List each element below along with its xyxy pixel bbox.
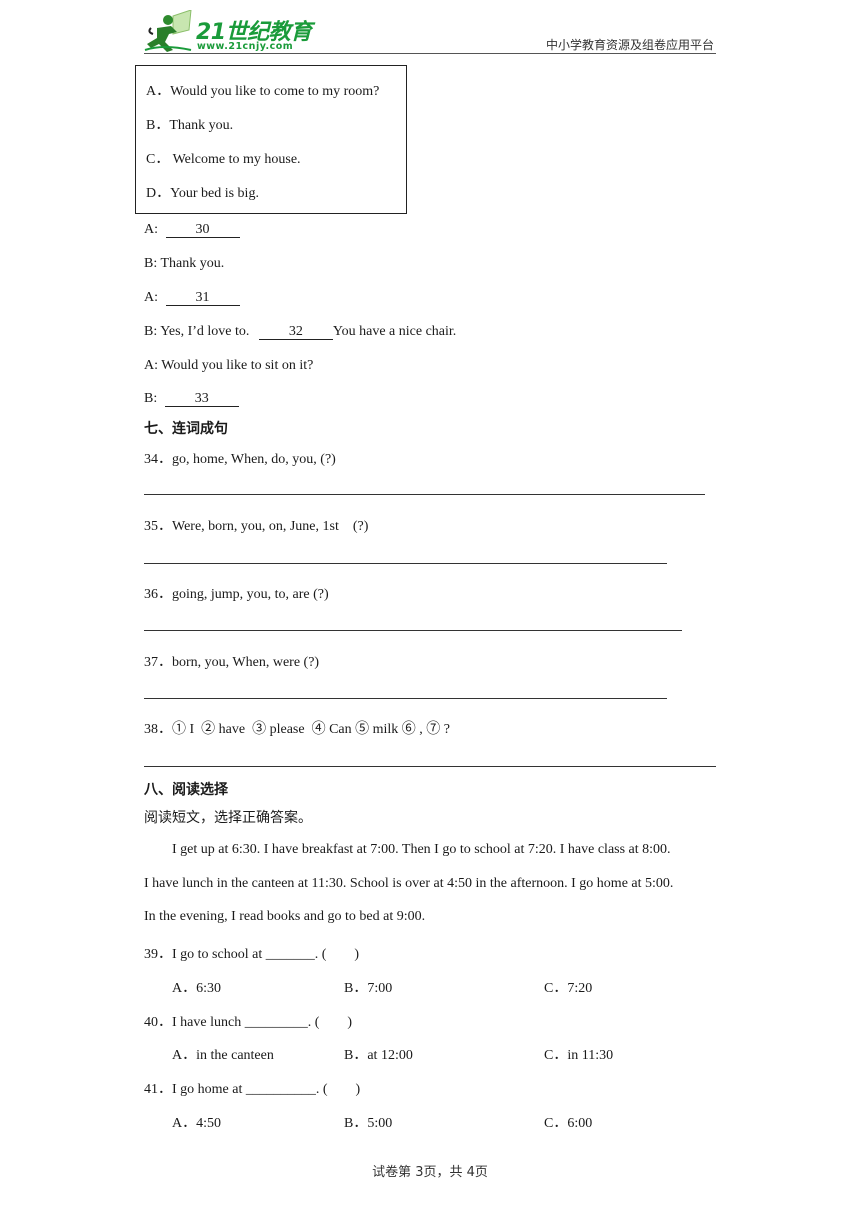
question-number: 38．: [144, 722, 172, 737]
question-number: 34．: [144, 452, 172, 467]
speaker: A:: [144, 290, 158, 305]
dialogue-line: B: 33: [144, 391, 239, 407]
answer-line-37[interactable]: [144, 698, 667, 699]
section-8-instruction: 阅读短文，选择正确答案。: [144, 810, 312, 826]
answer-line-36[interactable]: [144, 630, 682, 631]
option-text: Your bed is big.: [170, 186, 259, 201]
dialogue-line: B: Thank you.: [144, 256, 224, 272]
option-text: Thank you.: [169, 118, 234, 133]
choice-letter: A．: [172, 1048, 197, 1063]
choice-letter: A．: [172, 981, 197, 996]
question-number: 37．: [144, 655, 172, 670]
choice-text: 4:50: [196, 1116, 222, 1131]
choice-text: in 11:30: [567, 1048, 614, 1063]
choice-letter: C．: [544, 981, 568, 996]
choice-text: 7:20: [567, 981, 593, 996]
answer-blank-33[interactable]: 33: [164, 392, 239, 407]
dialogue-line: A: Would you like to sit on it?: [144, 358, 313, 374]
choice-text: 5:00: [367, 1116, 393, 1131]
option-d: D．Your bed is big.: [146, 182, 259, 202]
passage-line: I have lunch in the canteen at 11:30. Sc…: [144, 876, 674, 891]
option-letter: C．: [146, 152, 170, 167]
choice-c[interactable]: C．6:00: [544, 1112, 592, 1132]
option-letter: A．: [146, 84, 171, 99]
option-letter: D．: [146, 186, 171, 201]
answer-blank-31[interactable]: 31: [165, 291, 240, 306]
choice-c[interactable]: C．7:20: [544, 977, 592, 997]
question-40: 40．I have lunch _________. ( ): [144, 1011, 352, 1031]
choice-a[interactable]: A．in the canteen: [172, 1044, 274, 1064]
section-7-title: 七、连词成句: [144, 421, 228, 437]
choice-a[interactable]: A．4:50: [172, 1112, 221, 1132]
option-a: A．Would you like to come to my room?: [146, 80, 379, 100]
answer-blank-32[interactable]: 32: [258, 325, 333, 340]
choice-text: 7:00: [367, 981, 393, 996]
question-text: Were, born, you, on, June, 1st (?): [172, 519, 369, 534]
answer-line-35[interactable]: [144, 563, 667, 564]
choice-letter: C．: [544, 1116, 568, 1131]
choice-text: 6:00: [567, 1116, 593, 1131]
question-number: 35．: [144, 519, 172, 534]
choice-b[interactable]: B．5:00: [344, 1112, 392, 1132]
speaker: A:: [144, 222, 158, 237]
answer-line-34[interactable]: [144, 494, 705, 495]
question-text: I have lunch _________. ( ): [172, 1015, 353, 1030]
question-text: ① I ② have ③ please ④ Can ⑤ milk ⑥ , ⑦ ?: [172, 722, 451, 737]
choice-b[interactable]: B．at 12:00: [344, 1044, 413, 1064]
logo-url: www.21cnjy.com: [197, 41, 294, 52]
dialogue-line: B: Yes, I’d love to. 32 You have a nice c…: [144, 324, 456, 340]
question-text: I go home at __________. ( ): [172, 1082, 361, 1097]
dialogue-line: A: 31: [144, 290, 240, 306]
question-text: born, you, When, were (?): [172, 655, 320, 670]
choice-b[interactable]: B．7:00: [344, 977, 392, 997]
option-box: A．Would you like to come to my room? B．T…: [135, 65, 407, 214]
question-35: 35．Were, born, you, on, June, 1st (?): [144, 515, 368, 535]
passage-line: I get up at 6:30. I have breakfast at 7:…: [172, 842, 671, 857]
dialogue-after: You have a nice chair.: [332, 324, 457, 339]
speaker: B: Yes, I’d love to.: [144, 324, 250, 339]
choice-a[interactable]: A．6:30: [172, 977, 221, 997]
speaker: B:: [144, 391, 158, 406]
choice-letter: C．: [544, 1048, 568, 1063]
answer-line-38[interactable]: [144, 766, 716, 767]
platform-name: 中小学教育资源及组卷应用平台: [545, 38, 714, 52]
choice-letter: B．: [344, 981, 368, 996]
choice-letter: B．: [344, 1048, 368, 1063]
question-number: 40．: [144, 1015, 172, 1030]
option-c: C． Welcome to my house.: [146, 148, 301, 168]
option-b: B．Thank you.: [146, 114, 233, 134]
logo: 21世纪教育 www.21cnjy.com: [143, 10, 313, 55]
page-footer: 试卷第 3页，共 4页: [372, 1165, 488, 1180]
question-text: go, home, When, do, you, (?): [172, 452, 336, 467]
option-text: Would you like to come to my room?: [170, 84, 380, 99]
runner-logo-icon: [144, 10, 192, 52]
header-divider: [144, 53, 716, 54]
question-38: 38．① I ② have ③ please ④ Can ⑤ milk ⑥ , …: [144, 718, 450, 738]
speaker: B: Thank you.: [144, 256, 225, 271]
question-36: 36．going, jump, you, to, are (?): [144, 583, 329, 603]
question-34: 34．go, home, When, do, you, (?): [144, 448, 336, 468]
choice-c[interactable]: C．in 11:30: [544, 1044, 613, 1064]
question-text: I go to school at _______. ( ): [172, 947, 360, 962]
question-number: 39．: [144, 947, 172, 962]
option-letter: B．: [146, 118, 170, 133]
question-text: going, jump, you, to, are (?): [172, 587, 329, 602]
answer-blank-30[interactable]: 30: [165, 223, 240, 238]
dialogue-line: A: 30: [144, 222, 240, 238]
option-text: Welcome to my house.: [169, 152, 301, 167]
choice-letter: A．: [172, 1116, 197, 1131]
question-number: 36．: [144, 587, 172, 602]
choice-text: 6:30: [196, 981, 222, 996]
section-8-title: 八、阅读选择: [144, 782, 228, 798]
speaker: A: Would you like to sit on it?: [144, 358, 314, 373]
question-39: 39．I go to school at _______. ( ): [144, 943, 359, 963]
choice-letter: B．: [344, 1116, 368, 1131]
choice-text: in the canteen: [196, 1048, 274, 1063]
choice-text: at 12:00: [367, 1048, 413, 1063]
question-41: 41．I go home at __________. ( ): [144, 1078, 360, 1098]
question-number: 41．: [144, 1082, 172, 1097]
passage-line: In the evening, I read books and go to b…: [144, 909, 426, 924]
question-37: 37．born, you, When, were (?): [144, 651, 319, 671]
